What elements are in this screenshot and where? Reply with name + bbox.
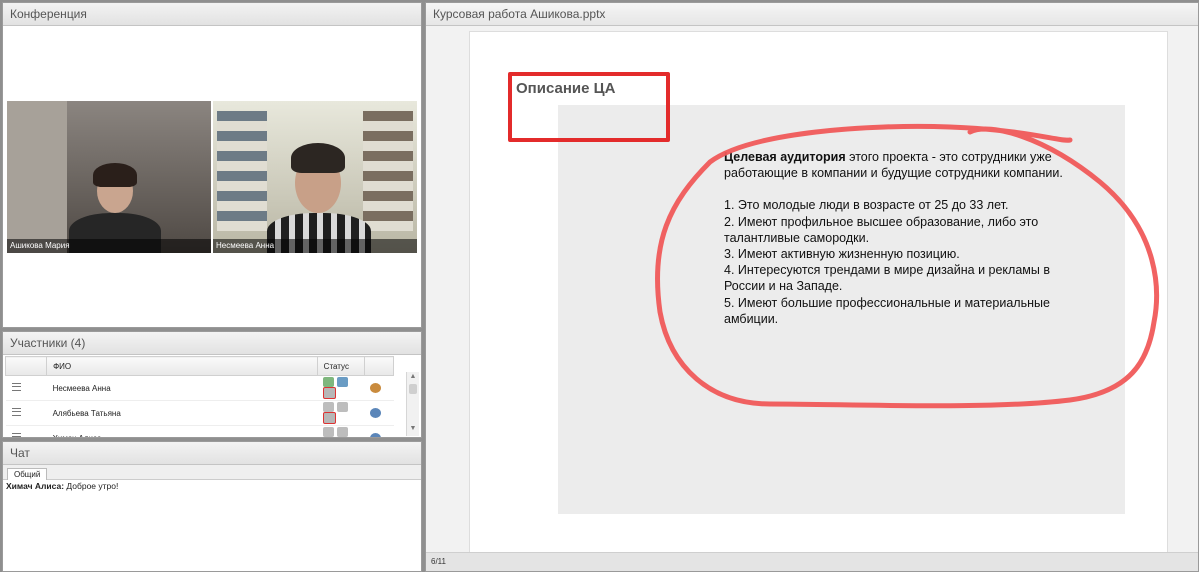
bookshelf (363, 111, 413, 231)
bookshelf (217, 111, 267, 231)
screen-status-icon (323, 437, 336, 438)
column-header-status[interactable]: Статус (316, 356, 365, 376)
slide: Описание ЦА Целевая аудитория этого прое… (469, 31, 1168, 555)
slide-point: 3. Имеют активную жизненную позицию. (724, 247, 960, 262)
presentation-panel: Курсовая работа Ашикова.pptx Описание ЦА… (425, 2, 1199, 572)
video-tile-2[interactable]: Несмеева Анна (213, 101, 417, 253)
chat-message-user: Химач Алиса: (6, 481, 65, 491)
conference-panel: Конференция Ашикова Мария Несмеева Анна (2, 2, 422, 328)
table-row[interactable]: Алябьева Татьяна (5, 400, 394, 426)
column-header-name[interactable]: ФИО (46, 356, 318, 376)
screen-status-icon (323, 412, 337, 424)
chat-tabbar: Общий (3, 465, 421, 480)
participants-title: Участники (4) (3, 332, 421, 355)
slide-title: Описание ЦА (516, 80, 616, 97)
person-hair (291, 143, 345, 173)
slide-point: 5. Имеют большие профессиональные и мате… (724, 295, 1050, 326)
slide-point: 2. Имеют профильное высшее образование, … (724, 214, 1039, 245)
screen-status-icon (323, 387, 337, 399)
status-icons (317, 375, 365, 401)
person-hair (93, 163, 137, 187)
participant-name: Химач Алиса (46, 425, 318, 437)
scroll-down-icon[interactable]: ▼ (407, 424, 419, 434)
conference-title: Конференция (3, 3, 421, 26)
participant-name: Алябьева Татьяна (46, 400, 318, 426)
slide-body-text: Целевая аудитория этого проекта - это со… (724, 149, 1094, 327)
participants-panel: Участники (4) ФИО Статус Несмеева Анна А… (2, 331, 422, 438)
camera-status-icon (337, 377, 349, 387)
chat-message: Химач Алиса: Доброе утро! (3, 480, 421, 492)
camera-status-icon (337, 402, 349, 412)
row-menu-icon[interactable] (5, 400, 47, 426)
table-row[interactable]: Химач Алиса (5, 425, 394, 438)
video-name: Ашикова Мария (7, 239, 211, 253)
tab-general[interactable]: Общий (7, 468, 48, 480)
participants-scrollbar[interactable]: ▲ ▼ (406, 372, 419, 436)
chat-message-text: Доброе утро! (64, 481, 119, 491)
video-name: Несмеева Анна (213, 239, 417, 253)
microphone-status-icon (323, 427, 335, 437)
user-icon (370, 408, 382, 418)
user-role-icon (364, 375, 394, 401)
camera-status-icon (337, 427, 349, 437)
status-icons (317, 400, 365, 426)
slide-point: 1. Это молодые люди в возрасте от 25 до … (724, 198, 1009, 213)
row-menu-icon[interactable] (5, 425, 47, 437)
column-header-menu (4, 356, 48, 376)
video-tile-1[interactable]: Ашикова Мария (7, 101, 211, 253)
slide-intro: Целевая аудитория этого проекта - это со… (724, 149, 1094, 181)
participant-name: Несмеева Анна (46, 375, 318, 401)
scroll-up-icon[interactable]: ▲ (407, 372, 419, 382)
row-menu-icon[interactable] (5, 375, 47, 401)
user-role-icon (364, 400, 394, 426)
table-row[interactable]: Несмеева Анна (5, 375, 394, 401)
slide-intro-bold: Целевая аудитория (724, 150, 846, 164)
chat-title: Чат (3, 442, 421, 465)
page-indicator: 6/11 (426, 552, 1198, 571)
presentation-title: Курсовая работа Ашикова.pptx (426, 3, 1198, 26)
scroll-thumb[interactable] (409, 384, 417, 394)
user-role-icon (364, 425, 394, 437)
video-background (7, 101, 67, 253)
status-icons (317, 425, 365, 438)
participants-table: ФИО Статус Несмеева Анна Алябьева Татьян… (4, 356, 395, 438)
slide-point: 4. Интересуются трендами в мире дизайна … (724, 263, 1050, 294)
user-icon (370, 383, 382, 393)
user-icon (370, 433, 382, 437)
microphone-status-icon (323, 402, 335, 412)
chat-panel: Чат Общий Химач Алиса: Доброе утро! (2, 441, 422, 572)
column-header-role (363, 356, 395, 376)
microphone-status-icon (323, 377, 335, 387)
